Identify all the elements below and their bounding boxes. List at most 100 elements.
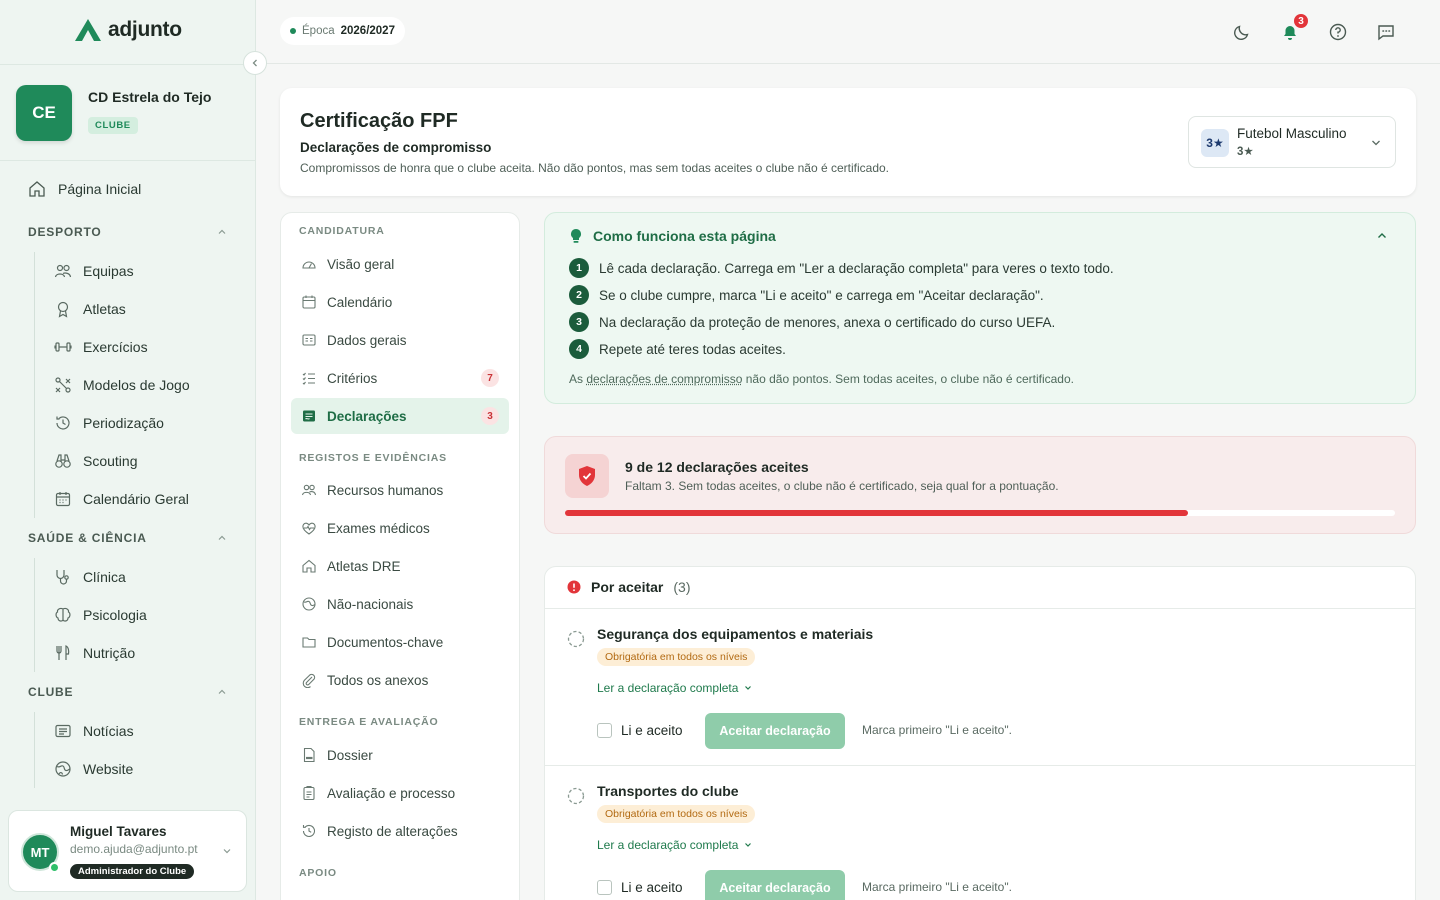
checkbox-box[interactable]: [597, 880, 612, 895]
messages-button[interactable]: [1374, 20, 1398, 44]
sidebar-item-scouting[interactable]: Scouting: [35, 442, 190, 480]
how-it-works-step: 3 Na declaração da proteção de menores, a…: [569, 312, 1055, 332]
subnav-item-recursos-humanos[interactable]: Recursos humanos: [291, 472, 509, 508]
file-signature-icon: [301, 408, 317, 424]
folder-icon: [301, 634, 317, 650]
subnav-item-criterios[interactable]: Critérios 7: [291, 360, 509, 396]
sidebar-item-psicologia[interactable]: Psicologia: [35, 596, 147, 634]
subnav-item-label: Dados gerais: [327, 333, 407, 348]
step-text: Lê cada declaração. Carrega em "Ler a de…: [599, 261, 1114, 276]
pdf-file-icon: [301, 747, 317, 763]
acceptance-progress-card: 9 de 12 declarações aceites Faltam 3. Se…: [544, 436, 1416, 534]
subnav-item-calendario[interactable]: Calendário: [291, 284, 509, 320]
sidebar-item-calendario-geral[interactable]: Calendário Geral: [35, 480, 190, 518]
subnav-item-avaliacao-e-processo[interactable]: Avaliação e processo: [291, 775, 509, 811]
how-it-works-step: 1 Lê cada declaração. Carrega em "Ler a d…: [569, 258, 1114, 278]
step-text: Se o clube cumpre, marca "Li e aceito" e…: [599, 288, 1044, 303]
step-text: Na declaração da proteção de menores, an…: [599, 315, 1055, 330]
declaration-item: Segurança dos equipamentos e materiais O…: [545, 609, 1416, 766]
help-button[interactable]: [1326, 20, 1350, 44]
subnav-item-documentos-chave[interactable]: Documentos-chave: [291, 624, 509, 660]
sidebar-item-label: Psicologia: [83, 607, 147, 623]
checkbox-box[interactable]: [597, 723, 612, 738]
sidebar-item-modelos-de-jogo[interactable]: Modelos de Jogo: [35, 366, 190, 404]
team-level-badge: 3★: [1201, 129, 1229, 157]
home-icon: [28, 180, 46, 198]
subnav-item-todos-os-anexos[interactable]: Todos os anexos: [291, 662, 509, 698]
sidebar-item-label: Periodização: [83, 415, 164, 431]
sidebar-item-website[interactable]: Website: [35, 750, 134, 788]
read-link-label: Ler a declaração completa: [597, 838, 738, 852]
sidebar-item-atletas[interactable]: Atletas: [35, 290, 190, 328]
alert-circle-icon: [567, 580, 581, 594]
subnav-item-nao-nacionais[interactable]: Não-nacionais: [291, 586, 509, 622]
subnav-item-label: Documentos-chave: [327, 635, 443, 650]
team-selector[interactable]: 3★ Futebol Masculino 3★: [1188, 116, 1396, 168]
user-role-badge: Administrador do Clube: [70, 864, 194, 879]
club-card[interactable]: CE CD Estrela do Tejo CLUBE: [0, 64, 255, 161]
topbar: Época 2026/2027 3: [256, 0, 1440, 64]
progress-description: Faltam 3. Sem todas aceites, o clube não…: [625, 479, 1059, 493]
step-text: Repete até teres todas aceites.: [599, 342, 786, 357]
accept-declaration-button[interactable]: Aceitar declaração: [705, 870, 845, 900]
read-full-declaration-link[interactable]: Ler a declaração completa: [597, 838, 753, 852]
subnav-section-title: APOIO: [299, 867, 337, 879]
nav-section-clube[interactable]: CLUBE: [28, 685, 228, 699]
brand-name: adjunto: [108, 18, 182, 42]
sidebar-item-nutricao[interactable]: Nutrição: [35, 634, 147, 672]
accept-declaration-button[interactable]: Aceitar declaração: [705, 713, 845, 749]
nav-section-desporto[interactable]: DESPORTO: [28, 225, 228, 239]
how-it-works-note: As declarações de compromisso não dão po…: [569, 372, 1074, 386]
how-it-works-header[interactable]: Como funciona esta página: [569, 228, 776, 244]
season-selector[interactable]: Época 2026/2027: [280, 17, 405, 45]
user-card[interactable]: MT Miguel Tavares demo.ajuda@adjunto.pt …: [8, 810, 247, 892]
sidebar-item-exercicios[interactable]: Exercícios: [35, 328, 190, 366]
nav-home[interactable]: Página Inicial: [28, 180, 141, 198]
dark-mode-toggle[interactable]: [1230, 20, 1254, 44]
brand-logo[interactable]: adjunto: [74, 18, 182, 42]
subnav-item-exames-medicos[interactable]: Exames médicos: [291, 510, 509, 546]
calendar-icon: [301, 294, 317, 310]
declaration-item: Transportes do clube Obrigatória em todo…: [545, 766, 1416, 900]
sidebar-item-noticias[interactable]: Notícias: [35, 712, 134, 750]
season-value: 2026/2027: [341, 25, 395, 37]
read-and-accept-checkbox[interactable]: Li e aceito: [597, 723, 683, 738]
read-and-accept-checkbox[interactable]: Li e aceito: [597, 880, 683, 895]
sidebar-item-label: Atletas: [83, 301, 126, 317]
step-number: 2: [569, 285, 589, 305]
certification-subnav: CANDIDATURA Visão geral Calendário Dados…: [280, 212, 520, 900]
nav-group-desporto: Equipas Atletas Exercícios Modelos de Jo…: [34, 252, 190, 518]
collapse-sidebar-button[interactable]: [243, 51, 267, 75]
note-term-link[interactable]: declarações de compromisso: [586, 372, 742, 386]
history-icon: [301, 823, 317, 839]
subnav-item-dossier[interactable]: Dossier: [291, 737, 509, 773]
sidebar-item-clinica[interactable]: Clínica: [35, 558, 147, 596]
subnav-item-registo-de-alteracoes[interactable]: Registo de alterações: [291, 813, 509, 849]
sidebar-item-equipas[interactable]: Equipas: [35, 252, 190, 290]
chevron-left-icon: [250, 58, 260, 68]
chevron-up-icon: [216, 686, 228, 698]
read-full-declaration-link[interactable]: Ler a declaração completa: [597, 681, 753, 695]
sidebar-item-label: Modelos de Jogo: [83, 377, 190, 393]
adjunto-logo-icon: [74, 18, 102, 42]
subnav-item-dados-gerais[interactable]: Dados gerais: [291, 322, 509, 358]
user-email: demo.ajuda@adjunto.pt: [70, 842, 198, 856]
subnav-item-declaracoes[interactable]: Declarações 3: [291, 398, 509, 434]
sidebar-item-label: Equipas: [83, 263, 134, 279]
calendar-icon: [53, 489, 73, 509]
subnav-item-atletas-dre[interactable]: Atletas DRE: [291, 548, 509, 584]
step-number: 1: [569, 258, 589, 278]
declaration-requirement-tag: Obrigatória em todos os níveis: [597, 648, 755, 666]
sidebar: adjunto CE CD Estrela do Tejo CLUBE Pági…: [0, 0, 256, 900]
chevron-up-icon[interactable]: [1375, 229, 1389, 243]
subnav-item-visao-geral[interactable]: Visão geral: [291, 246, 509, 282]
accept-hint: Marca primeiro "Li e aceito".: [862, 723, 1012, 737]
nav-home-label: Página Inicial: [58, 181, 141, 197]
sidebar-item-periodizacao[interactable]: Periodização: [35, 404, 190, 442]
step-number: 3: [569, 312, 589, 332]
nav-section-saude[interactable]: SAÚDE & CIÊNCIA: [28, 531, 228, 545]
subnav-item-label: Não-nacionais: [327, 597, 413, 612]
subnav-item-label: Exames médicos: [327, 521, 430, 536]
globe-icon: [301, 596, 317, 612]
subnav-section-title: CANDIDATURA: [299, 225, 385, 237]
